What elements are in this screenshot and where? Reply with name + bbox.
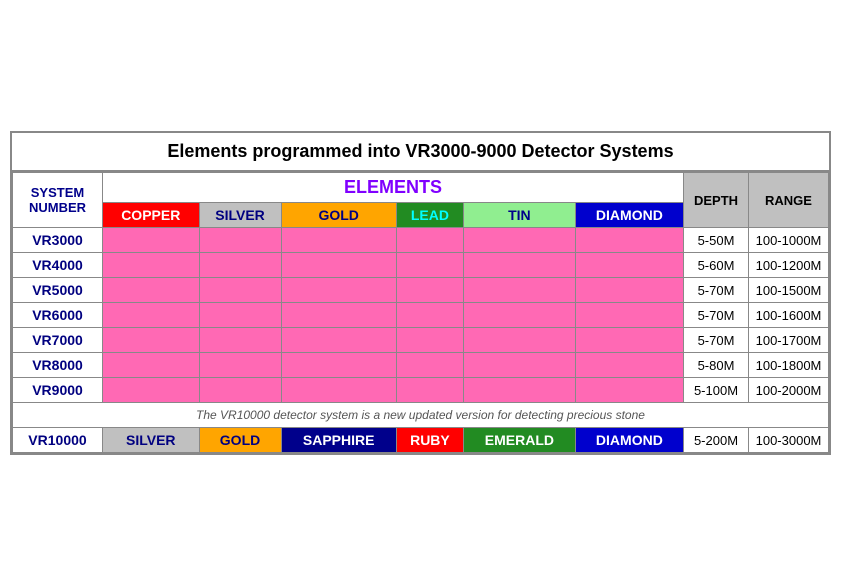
silver-cell <box>199 253 281 278</box>
tin-cell <box>464 303 576 328</box>
depth-cell: 5-60M <box>684 253 749 278</box>
depth-cell: 5-70M <box>684 303 749 328</box>
range-cell: 100-1500M <box>749 278 829 303</box>
table-row: VR4000 5-60M 100-1200M <box>13 253 829 278</box>
lead-cell <box>396 328 463 353</box>
lead-cell <box>396 378 463 403</box>
silver-header: SILVER <box>199 203 281 228</box>
tin-cell <box>464 278 576 303</box>
gold-cell <box>281 278 396 303</box>
silver-cell <box>199 278 281 303</box>
table-row: VR9000 5-100M 100-2000M <box>13 378 829 403</box>
silver-cell <box>199 303 281 328</box>
range-cell: 100-1000M <box>749 228 829 253</box>
lead-cell <box>396 303 463 328</box>
diamond-cell <box>575 378 683 403</box>
tin-header: TIN <box>464 203 576 228</box>
vr10000-elem2: GOLD <box>199 428 281 453</box>
elements-header: ELEMENTS <box>103 173 684 203</box>
tin-cell <box>464 378 576 403</box>
silver-cell <box>199 328 281 353</box>
table-row: VR8000 5-80M 100-1800M <box>13 353 829 378</box>
vr10000-elem3: SAPPHIRE <box>281 428 396 453</box>
vr10000-elem1: SILVER <box>103 428 200 453</box>
vr10000-elem5: EMERALD <box>464 428 576 453</box>
depth-cell: 5-50M <box>684 228 749 253</box>
depth-cell: 5-70M <box>684 328 749 353</box>
system-label: VR5000 <box>13 278 103 303</box>
note-row: The VR10000 detector system is a new upd… <box>13 403 829 428</box>
vr10000-range: 100-3000M <box>749 428 829 453</box>
diamond-cell <box>575 253 683 278</box>
vr10000-elem6: DIAMOND <box>575 428 683 453</box>
vr10000-row: VR10000 SILVER GOLD SAPPHIRE RUBY EMERAL… <box>13 428 829 453</box>
gold-header: GOLD <box>281 203 396 228</box>
diamond-cell <box>575 353 683 378</box>
depth-cell: 5-70M <box>684 278 749 303</box>
silver-cell <box>199 378 281 403</box>
gold-cell <box>281 378 396 403</box>
diamond-cell <box>575 278 683 303</box>
lead-header: LEAD <box>396 203 463 228</box>
system-label: VR7000 <box>13 328 103 353</box>
depth-header: DEPTH <box>684 173 749 228</box>
range-cell: 100-1600M <box>749 303 829 328</box>
table-row: VR6000 5-70M 100-1600M <box>13 303 829 328</box>
main-title: Elements programmed into VR3000-9000 Det… <box>12 133 829 172</box>
silver-cell <box>199 228 281 253</box>
vr10000-label: VR10000 <box>13 428 103 453</box>
depth-cell: 5-100M <box>684 378 749 403</box>
note-text: The VR10000 detector system is a new upd… <box>13 403 829 428</box>
gold-cell <box>281 328 396 353</box>
system-label: VR4000 <box>13 253 103 278</box>
depth-cell: 5-80M <box>684 353 749 378</box>
copper-cell <box>103 353 200 378</box>
lead-cell <box>396 353 463 378</box>
copper-cell <box>103 303 200 328</box>
range-cell: 100-1700M <box>749 328 829 353</box>
table-row: VR5000 5-70M 100-1500M <box>13 278 829 303</box>
tin-cell <box>464 253 576 278</box>
system-label: VR8000 <box>13 353 103 378</box>
copper-cell <box>103 328 200 353</box>
vr10000-elem4: RUBY <box>396 428 463 453</box>
system-number-header: SYSTEM NUMBER <box>13 173 103 228</box>
copper-header: COPPER <box>103 203 200 228</box>
gold-cell <box>281 303 396 328</box>
diamond-cell <box>575 328 683 353</box>
silver-cell <box>199 353 281 378</box>
copper-cell <box>103 378 200 403</box>
tin-cell <box>464 353 576 378</box>
range-cell: 100-1200M <box>749 253 829 278</box>
tin-cell <box>464 228 576 253</box>
range-cell: 100-1800M <box>749 353 829 378</box>
copper-cell <box>103 253 200 278</box>
table-row: VR7000 5-70M 100-1700M <box>13 328 829 353</box>
range-cell: 100-2000M <box>749 378 829 403</box>
lead-cell <box>396 253 463 278</box>
main-container: Elements programmed into VR3000-9000 Det… <box>10 131 831 455</box>
gold-cell <box>281 353 396 378</box>
gold-cell <box>281 228 396 253</box>
copper-cell <box>103 278 200 303</box>
table-row: VR3000 5-50M 100-1000M <box>13 228 829 253</box>
range-header: RANGE <box>749 173 829 228</box>
system-label: VR6000 <box>13 303 103 328</box>
diamond-header: DIAMOND <box>575 203 683 228</box>
tin-cell <box>464 328 576 353</box>
gold-cell <box>281 253 396 278</box>
lead-cell <box>396 228 463 253</box>
copper-cell <box>103 228 200 253</box>
diamond-cell <box>575 228 683 253</box>
system-label: VR9000 <box>13 378 103 403</box>
diamond-cell <box>575 303 683 328</box>
lead-cell <box>396 278 463 303</box>
system-label: VR3000 <box>13 228 103 253</box>
vr10000-depth: 5-200M <box>684 428 749 453</box>
